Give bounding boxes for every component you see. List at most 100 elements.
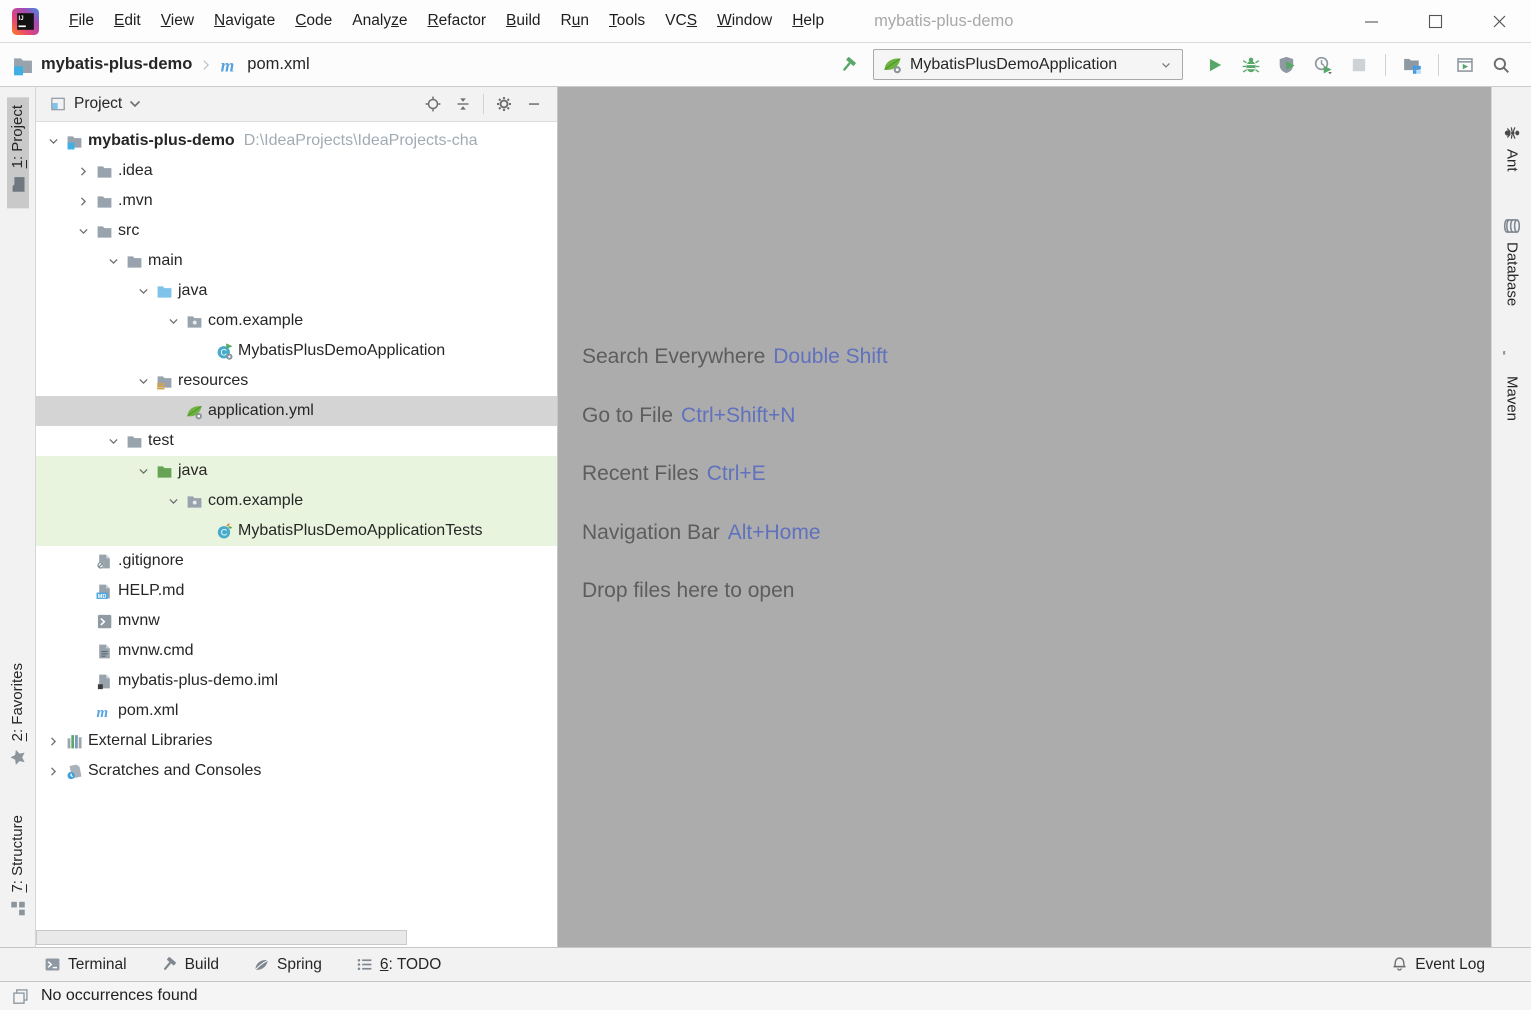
tool-tab-1-project[interactable]: 1: Project	[7, 97, 29, 208]
hide-button[interactable]	[519, 91, 549, 118]
star-icon	[9, 748, 27, 766]
tree-item-java[interactable]: java	[36, 456, 557, 486]
window-title: mybatis-plus-demo	[874, 12, 1339, 31]
tool-tab-label: Build	[185, 956, 219, 974]
editor-area[interactable]: Search EverywhereDouble ShiftGo to File C…	[558, 87, 1491, 947]
menu-tools[interactable]: Tools	[599, 0, 655, 42]
toolbar-divider	[483, 94, 484, 114]
tree-item-resources[interactable]: resources	[36, 366, 557, 396]
tree-item-scratches-and-consoles[interactable]: Scratches and Consoles	[36, 756, 557, 786]
tool-window-toggle-icon[interactable]	[12, 988, 29, 1005]
tree-item-help-md[interactable]: MDHELP.md	[36, 576, 557, 606]
project-structure-button[interactable]	[1394, 49, 1430, 81]
menu-vcs[interactable]: VCS	[655, 0, 707, 42]
build-project-button[interactable]	[831, 49, 867, 81]
folder-icon	[94, 223, 114, 240]
tree-item-java[interactable]: java	[36, 276, 557, 306]
tool-tab-label: 2: Favorites	[9, 663, 26, 741]
menu-build[interactable]: Build	[496, 0, 550, 42]
tree-item-pom-xml[interactable]: m pom.xml	[36, 696, 557, 726]
tree-item-label: mybatis-plus-demo.iml	[118, 672, 278, 690]
chevron-down-icon	[132, 285, 154, 298]
tree-item-external-libraries[interactable]: External Libraries	[36, 726, 557, 756]
menu-view[interactable]: View	[151, 0, 204, 42]
chevron-down-icon	[132, 465, 154, 478]
breadcrumb-file[interactable]: pom.xml	[247, 55, 309, 74]
collapse-all-button[interactable]	[448, 91, 478, 118]
tool-window-title[interactable]: Project	[74, 95, 122, 113]
search-everywhere-button[interactable]	[1483, 49, 1519, 81]
chevron-down-icon	[72, 225, 94, 238]
chevron-down-icon[interactable]	[127, 96, 143, 112]
tool-tab-event-log[interactable]: Event Log	[1391, 956, 1485, 974]
tree-item-label: com.example	[208, 492, 303, 510]
menu-bar: FileEditViewNavigateCodeAnalyzeRefactorB…	[59, 0, 834, 42]
folder-icon	[124, 253, 144, 270]
locate-file-button[interactable]	[418, 91, 448, 118]
coverage-icon	[1278, 56, 1296, 74]
breadcrumb-project[interactable]: mybatis-plus-demo	[41, 55, 192, 74]
tree-item-mvn[interactable]: .mvn	[36, 186, 557, 216]
tree-item-label: java	[178, 462, 207, 480]
tool-tab-maven[interactable]: mMaven	[1501, 336, 1523, 429]
tool-tab-database[interactable]: Database	[1501, 202, 1523, 314]
svg-text:m: m	[96, 704, 108, 719]
tool-tab-ant[interactable]: Ant	[1501, 109, 1523, 180]
menu-analyze[interactable]: Analyze	[342, 0, 417, 42]
maximize-button[interactable]	[1403, 0, 1467, 42]
tool-tab-2-favorites[interactable]: 2: Favorites	[7, 655, 29, 781]
tool-tab-terminal[interactable]: Terminal	[44, 956, 127, 974]
menu-edit[interactable]: Edit	[104, 0, 151, 42]
settings-button[interactable]	[489, 91, 519, 118]
tree-item-mvnw-cmd[interactable]: mvnw.cmd	[36, 636, 557, 666]
project-tool-window: Project mybatis-plus-demoD:\IdeaProjects…	[36, 87, 558, 947]
file-text-icon	[94, 643, 114, 660]
stop-button[interactable]	[1341, 49, 1377, 81]
tree-item-mvnw[interactable]: mvnw	[36, 606, 557, 636]
tree-item-label: pom.xml	[118, 702, 178, 720]
tree-item-mybatisplusdemoapplication[interactable]: CMybatisPlusDemoApplication	[36, 336, 557, 366]
menu-run[interactable]: Run	[551, 0, 599, 42]
tree-item-com-example[interactable]: com.example	[36, 306, 557, 336]
menu-code[interactable]: Code	[285, 0, 342, 42]
close-button[interactable]	[1467, 0, 1531, 42]
minimize-button[interactable]	[1339, 0, 1403, 42]
tree-item-mybatisplusdemoapplicationtests[interactable]: CMybatisPlusDemoApplicationTests	[36, 516, 557, 546]
tool-tab-spring[interactable]: Spring	[253, 956, 322, 974]
run-tool-window-button[interactable]	[1447, 49, 1483, 81]
editor-hint: Search EverywhereDouble Shift	[582, 345, 1491, 404]
tree-item-label: .mvn	[118, 192, 153, 210]
tree-item-label: application.yml	[208, 402, 314, 420]
tree-item-com-example[interactable]: com.example	[36, 486, 557, 516]
menu-file[interactable]: File	[59, 0, 104, 42]
spring-boot-icon	[883, 55, 902, 74]
tree-item-gitignore[interactable]: .gitignore	[36, 546, 557, 576]
debug-button[interactable]	[1233, 49, 1269, 81]
tool-tab-6-todo[interactable]: 6: TODO	[356, 956, 441, 974]
run-config-select[interactable]: MybatisPlusDemoApplication	[873, 49, 1183, 80]
tree-item-mybatis-plus-demo-iml[interactable]: mybatis-plus-demo.iml	[36, 666, 557, 696]
tool-tab-7-structure[interactable]: 7: Structure	[7, 807, 29, 933]
left-tool-stripe: 1: Project 2: Favorites 7: Structure	[0, 87, 36, 947]
maven-icon: m	[94, 703, 114, 720]
hint-label: Go to File	[582, 404, 673, 427]
run-with-coverage-button[interactable]	[1269, 49, 1305, 81]
hint-shortcut: Ctrl+Shift+N	[681, 404, 795, 427]
tree-item-idea[interactable]: .idea	[36, 156, 557, 186]
menu-refactor[interactable]: Refactor	[417, 0, 496, 42]
run-button[interactable]	[1197, 49, 1233, 81]
tool-tab-build[interactable]: Build	[161, 956, 219, 974]
editor-hint: Go to File Ctrl+Shift+N	[582, 404, 1491, 463]
menu-help[interactable]: Help	[782, 0, 834, 42]
menu-window[interactable]: Window	[707, 0, 782, 42]
tree-item-main[interactable]: main	[36, 246, 557, 276]
menu-navigate[interactable]: Navigate	[204, 0, 285, 42]
database-icon	[1503, 217, 1521, 235]
tree-item-test[interactable]: test	[36, 426, 557, 456]
profiler-button[interactable]	[1305, 49, 1341, 81]
stop-icon	[1350, 56, 1368, 74]
tree-item-src[interactable]: src	[36, 216, 557, 246]
horizontal-scrollbar[interactable]	[36, 930, 407, 945]
tree-item-mybatis-plus-demo[interactable]: mybatis-plus-demoD:\IdeaProjects\IdeaPro…	[36, 126, 557, 156]
tree-item-application-yml[interactable]: application.yml	[36, 396, 557, 426]
